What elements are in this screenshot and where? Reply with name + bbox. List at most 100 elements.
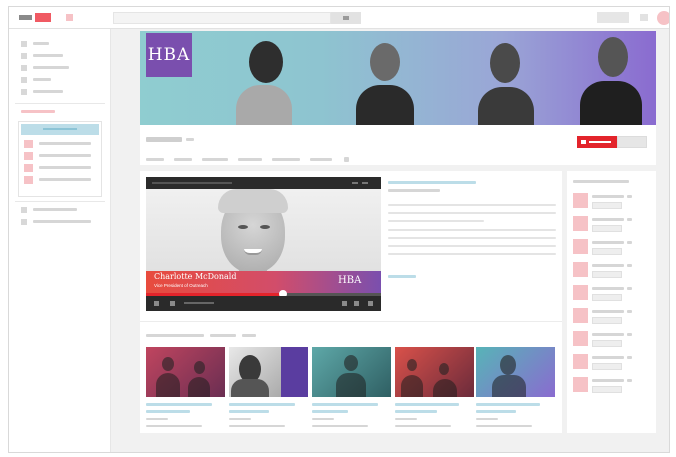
channel-name-link[interactable] bbox=[592, 356, 624, 359]
channel-subscribe-button[interactable] bbox=[592, 248, 622, 255]
sidebar-item-help[interactable] bbox=[33, 220, 91, 223]
tab-discussion[interactable] bbox=[272, 158, 300, 161]
sidebar-history-icon[interactable] bbox=[21, 89, 27, 95]
app-logo[interactable] bbox=[35, 13, 51, 22]
play-icon[interactable] bbox=[154, 301, 159, 306]
channel-avatar[interactable] bbox=[573, 216, 588, 231]
thumbnail-title[interactable] bbox=[312, 403, 378, 406]
sidebar bbox=[9, 29, 111, 452]
channel-name-link[interactable] bbox=[592, 287, 624, 290]
volume-icon[interactable] bbox=[170, 301, 175, 306]
captions-icon[interactable] bbox=[342, 301, 347, 306]
channel-search-icon[interactable] bbox=[344, 157, 349, 162]
video-thumbnail[interactable] bbox=[229, 347, 308, 397]
sidebar-item-trending[interactable] bbox=[33, 54, 63, 57]
subscription-avatar[interactable] bbox=[24, 140, 33, 148]
channel-subscribe-button[interactable] bbox=[592, 317, 622, 324]
fullscreen-icon[interactable] bbox=[368, 301, 373, 306]
sidebar-settings-icon[interactable] bbox=[21, 207, 27, 213]
channel-name-link[interactable] bbox=[592, 218, 624, 221]
video-thumbnail[interactable] bbox=[312, 347, 391, 397]
sidebar-trending-icon[interactable] bbox=[21, 53, 27, 59]
video-thumbnail[interactable] bbox=[146, 347, 225, 397]
tab-home[interactable] bbox=[146, 158, 164, 161]
channel-subscribe-button[interactable] bbox=[592, 271, 622, 278]
subscriptions-header[interactable] bbox=[21, 124, 99, 135]
channel-avatar[interactable] bbox=[573, 308, 588, 323]
thumbnail-meta bbox=[476, 418, 498, 420]
subscription-item[interactable] bbox=[39, 166, 91, 169]
subscription-avatar[interactable] bbox=[24, 152, 33, 160]
sidebar-library-icon[interactable] bbox=[21, 77, 27, 83]
channel-name-link[interactable] bbox=[592, 333, 624, 336]
channel-subscribe-button[interactable] bbox=[592, 363, 622, 370]
channel-subscribe-button[interactable] bbox=[592, 340, 622, 347]
description-line bbox=[388, 220, 484, 222]
channel-avatar[interactable] bbox=[573, 285, 588, 300]
top-navbar bbox=[9, 7, 669, 29]
video-thumbnail[interactable] bbox=[395, 347, 474, 397]
app-logo-mark[interactable] bbox=[19, 15, 32, 20]
settings-icon[interactable] bbox=[354, 301, 359, 306]
sidebar-item-home[interactable] bbox=[33, 42, 49, 45]
thumbnail-title[interactable] bbox=[476, 403, 540, 406]
thumbnail-title[interactable] bbox=[395, 410, 437, 413]
subscription-item[interactable] bbox=[39, 154, 91, 157]
channel-banner: HBA bbox=[140, 31, 656, 125]
channel-logo[interactable]: HBA bbox=[146, 33, 192, 77]
upload-button[interactable] bbox=[597, 12, 629, 23]
subscription-avatar[interactable] bbox=[24, 176, 33, 184]
sidebar-item-settings[interactable] bbox=[33, 208, 77, 211]
read-more-link[interactable] bbox=[388, 275, 416, 278]
subscription-item[interactable] bbox=[39, 178, 91, 181]
channel-avatar[interactable] bbox=[573, 331, 588, 346]
channel-avatar[interactable] bbox=[573, 377, 588, 392]
tab-videos[interactable] bbox=[174, 158, 192, 161]
section-title bbox=[146, 334, 204, 337]
subscribe-button[interactable] bbox=[577, 136, 617, 148]
thumbnail-title[interactable] bbox=[229, 403, 295, 406]
channel-name-link[interactable] bbox=[592, 195, 624, 198]
channel-name-link[interactable] bbox=[592, 264, 624, 267]
channel-subscribe-button[interactable] bbox=[592, 386, 622, 393]
channel-avatar[interactable] bbox=[573, 262, 588, 277]
video-player[interactable]: Charlotte McDonald Vice President of Out… bbox=[146, 177, 381, 311]
play-all-link[interactable] bbox=[242, 334, 256, 337]
channel-badge bbox=[627, 195, 632, 198]
tab-about[interactable] bbox=[310, 158, 332, 161]
channel-name-link[interactable] bbox=[592, 379, 624, 382]
avatar[interactable] bbox=[657, 11, 669, 25]
channel-name-link[interactable] bbox=[592, 241, 624, 244]
tab-channels[interactable] bbox=[238, 158, 262, 161]
subscription-item[interactable] bbox=[39, 142, 91, 145]
channel-badge bbox=[627, 379, 632, 382]
sidebar-item-history[interactable] bbox=[33, 90, 63, 93]
channel-avatar[interactable] bbox=[573, 239, 588, 254]
tab-playlists[interactable] bbox=[202, 158, 228, 161]
thumbnail-title[interactable] bbox=[146, 403, 212, 406]
channel-name-link[interactable] bbox=[592, 310, 624, 313]
channel-avatar[interactable] bbox=[573, 193, 588, 208]
sidebar-help-icon[interactable] bbox=[21, 219, 27, 225]
subscription-avatar[interactable] bbox=[24, 164, 33, 172]
sidebar-subscriptions-icon[interactable] bbox=[21, 65, 27, 71]
thumbnail-title[interactable] bbox=[395, 403, 459, 406]
thumbnail-title[interactable] bbox=[229, 410, 269, 413]
channel-avatar[interactable] bbox=[573, 354, 588, 369]
channel-subscribe-button[interactable] bbox=[592, 294, 622, 301]
channel-subscribe-button[interactable] bbox=[592, 225, 622, 232]
video-title-bar bbox=[146, 177, 381, 189]
video-title[interactable] bbox=[388, 181, 476, 184]
channel-subscribe-button[interactable] bbox=[592, 202, 622, 209]
sidebar-item-subscriptions[interactable] bbox=[33, 66, 69, 69]
sidebar-item-library[interactable] bbox=[33, 78, 51, 81]
search-button[interactable] bbox=[331, 12, 361, 24]
thumbnail-title[interactable] bbox=[146, 410, 190, 413]
menu-icon[interactable] bbox=[66, 14, 73, 21]
sidebar-home-icon[interactable] bbox=[21, 41, 27, 47]
thumbnail-title[interactable] bbox=[312, 410, 348, 413]
thumbnail-title[interactable] bbox=[476, 410, 516, 413]
notification-icon[interactable] bbox=[640, 14, 648, 21]
search-input[interactable] bbox=[113, 12, 331, 24]
video-thumbnail[interactable] bbox=[476, 347, 555, 397]
